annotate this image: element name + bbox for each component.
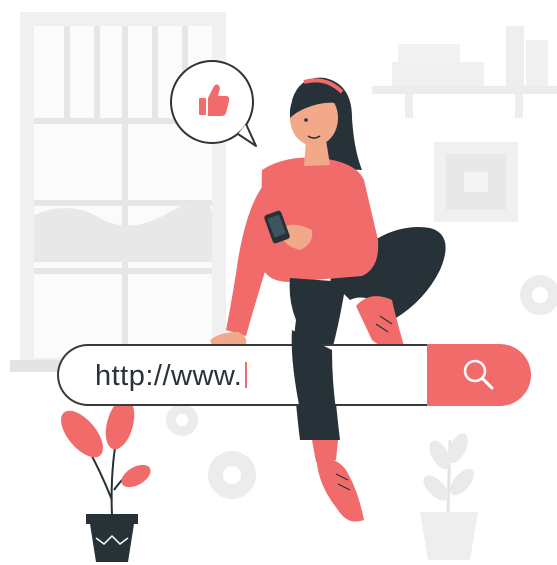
background-illustration — [10, 12, 557, 562]
search-bar: http://www. — [57, 344, 531, 406]
search-button[interactable] — [427, 344, 531, 406]
wall-shelf — [372, 26, 557, 118]
woman-figure — [210, 77, 446, 522]
picture-frame — [434, 142, 518, 222]
url-input[interactable]: http://www. — [57, 344, 431, 406]
illustration-scene: http://www. — [0, 0, 557, 565]
url-text: http://www. — [95, 360, 248, 393]
magnifier-icon — [463, 359, 494, 390]
plant-right — [420, 433, 478, 560]
text-caret — [245, 362, 248, 388]
plant-left — [61, 398, 151, 562]
